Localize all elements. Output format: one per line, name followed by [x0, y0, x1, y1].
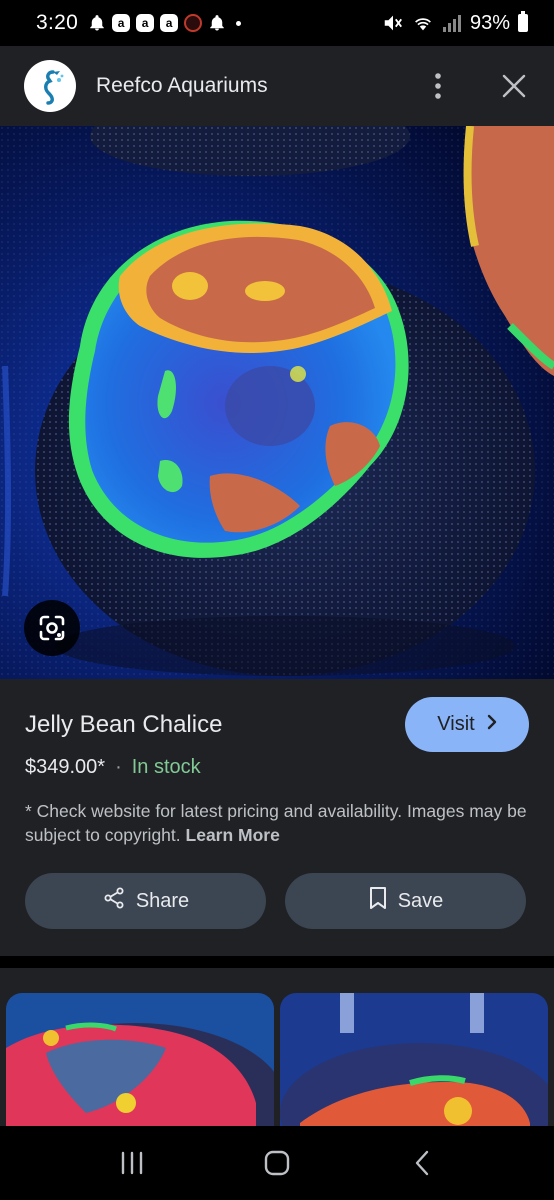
learn-more-link[interactable]: Learn More	[186, 825, 280, 845]
battery-icon	[518, 11, 528, 32]
status-time: 3:20	[36, 11, 79, 34]
coral-photo	[0, 126, 554, 679]
share-icon	[102, 886, 126, 916]
app-a-icon: a	[160, 14, 179, 32]
more-vertical-icon[interactable]	[422, 70, 454, 102]
app-a-icon: a	[136, 14, 155, 32]
seahorse-logo-icon[interactable]	[24, 60, 76, 112]
back-icon[interactable]	[402, 1143, 442, 1183]
app-a-icon: a	[112, 14, 131, 32]
system-icons: 93%	[382, 11, 528, 35]
mute-icon	[382, 12, 404, 34]
recent-apps-icon[interactable]	[112, 1143, 152, 1183]
site-name[interactable]: Reefco Aquariums	[96, 74, 268, 98]
header: Reefco Aquariums	[0, 46, 554, 126]
clownfish-icon	[184, 14, 203, 32]
save-button[interactable]: Save	[285, 873, 526, 929]
related-image[interactable]	[6, 993, 274, 1126]
price-row: $349.00* · In stock	[25, 756, 529, 779]
disclaimer: * Check website for latest pricing and a…	[25, 799, 529, 847]
close-icon[interactable]	[498, 70, 530, 102]
google-lens-icon[interactable]	[24, 600, 80, 656]
wifi-icon	[412, 12, 434, 34]
save-label: Save	[397, 889, 444, 912]
chevron-right-icon	[487, 713, 497, 736]
product-image[interactable]	[0, 126, 554, 679]
share-label: Share	[135, 889, 190, 912]
battery-percent: 93%	[469, 11, 510, 34]
status-bar: 3:20 a a a 93%	[0, 0, 554, 46]
share-button[interactable]: Share	[25, 873, 266, 929]
visit-label: Visit	[437, 713, 475, 735]
availability: In stock	[131, 756, 201, 778]
price: $349.00*	[25, 756, 106, 778]
separator: ·	[115, 756, 122, 778]
bell-icon	[208, 14, 226, 32]
related-images	[0, 968, 554, 1126]
home-icon[interactable]	[257, 1143, 297, 1183]
related-image[interactable]	[280, 993, 548, 1126]
bell-icon	[88, 14, 106, 32]
section-divider	[0, 956, 554, 968]
visit-button[interactable]: Visit	[405, 697, 529, 752]
product-title: Jelly Bean Chalice	[25, 710, 223, 738]
dot-icon	[236, 20, 242, 26]
signal-icon	[442, 13, 462, 33]
navigation-bar	[0, 1126, 554, 1200]
bookmark-icon	[368, 886, 388, 916]
notification-icons: a a a	[88, 14, 242, 32]
product-details: Jelly Bean Chalice Visit $349.00* · In s…	[0, 679, 554, 956]
